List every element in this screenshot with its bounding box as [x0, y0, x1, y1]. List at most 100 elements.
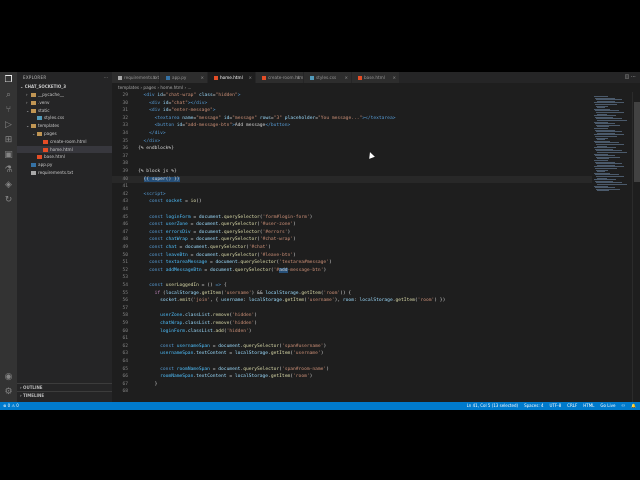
- code-line[interactable]: 47 const errorsDiv = document.querySelec…: [112, 229, 592, 237]
- tree-item[interactable]: ⌄ pages: [17, 130, 112, 138]
- status-item[interactable]: ⚇: [621, 403, 625, 408]
- more-actions-icon[interactable]: ⋯: [104, 72, 108, 83]
- outline-section[interactable]: › OUTLINE: [17, 383, 112, 391]
- live-share-icon[interactable]: ↻: [3, 195, 14, 206]
- tree-item[interactable]: home.html: [17, 145, 112, 154]
- code-line[interactable]: 53: [112, 274, 592, 282]
- code-line[interactable]: 29 <div id="chat-wrap" class="hidden">: [112, 92, 592, 100]
- code-line[interactable]: 37: [112, 153, 592, 161]
- code-editor[interactable]: 29 <div id="chat-wrap" class="hidden"> 30…: [112, 92, 592, 402]
- code-line[interactable]: 54 const userLoggedIn = () => {: [112, 282, 592, 290]
- tab-styles-css[interactable]: styles.css ×: [304, 72, 352, 83]
- code-line[interactable]: 46 const userZone = document.querySelect…: [112, 221, 592, 229]
- code-line[interactable]: 40 {{ super() }}: [112, 175, 592, 184]
- code-line[interactable]: 56 socket.emit('join', { username: local…: [112, 297, 592, 305]
- code-line[interactable]: 66 roomNameSpan.textContent = localStora…: [112, 373, 592, 381]
- code-line[interactable]: 33 <button id="add-message-btn">Add mess…: [112, 122, 592, 130]
- code-line[interactable]: 44: [112, 206, 592, 214]
- tree-item[interactable]: › .venv: [17, 99, 112, 107]
- code-line[interactable]: 30 <div id="chat"></div>: [112, 100, 592, 108]
- code-token: roomNameSpan: [176, 366, 210, 372]
- code-line[interactable]: 68: [112, 388, 592, 396]
- remote-icon[interactable]: ▣: [3, 150, 14, 161]
- code-line[interactable]: 65 const roomNameSpan = document.querySe…: [112, 366, 592, 374]
- tree-item[interactable]: ⌄ templates: [17, 122, 112, 130]
- tab-home-html[interactable]: home.html ×: [208, 72, 256, 83]
- tree-item[interactable]: styles.css: [17, 114, 112, 122]
- code-token: </div>: [149, 131, 166, 136]
- code-token: "3": [273, 115, 283, 121]
- close-icon[interactable]: ×: [248, 72, 252, 83]
- files-icon[interactable]: ❐: [3, 75, 14, 86]
- tree-item[interactable]: create-room.html: [17, 138, 112, 146]
- testing-icon[interactable]: ⚗: [3, 165, 14, 176]
- code-line[interactable]: 59 chatWrap.classList.remove('hidden'): [112, 320, 592, 328]
- close-icon[interactable]: ×: [392, 72, 396, 83]
- code-line[interactable]: 35 </div>: [112, 138, 592, 146]
- status-item[interactable]: UTF-8: [550, 403, 562, 408]
- code-line[interactable]: 49 const chat = document.querySelector('…: [112, 244, 592, 252]
- code-line[interactable]: 61: [112, 335, 592, 343]
- code-line[interactable]: 63 usernameSpan.textContent = localStora…: [112, 350, 592, 358]
- code-line[interactable]: 43 const socket = io(): [112, 198, 592, 206]
- code-line[interactable]: 62 const usernameSpan = document.querySe…: [112, 343, 592, 351]
- tree-item[interactable]: › __pycache__: [17, 91, 112, 99]
- tab-requirements-txt[interactable]: requirements.txt ×: [112, 72, 160, 83]
- tab-actions[interactable]: ◫ ⋯: [625, 72, 636, 83]
- tree-item[interactable]: app.py: [17, 161, 112, 169]
- code-line[interactable]: 57: [112, 305, 592, 313]
- code-line[interactable]: 52 const addMessageBtn = document.queryS…: [112, 267, 592, 275]
- code-token: querySelector: [234, 267, 271, 273]
- scrollbar-thumb[interactable]: [634, 102, 640, 182]
- code-token: ): [254, 321, 258, 326]
- code-line[interactable]: 42 <script>: [112, 191, 592, 199]
- code-line[interactable]: 64: [112, 358, 592, 366]
- code-line[interactable]: 39 {% block js %}: [112, 168, 592, 176]
- minimap[interactable]: [592, 92, 632, 402]
- code-line[interactable]: 60 loginForm.classList.add('hidden'): [112, 328, 592, 336]
- status-item[interactable]: 🔔: [631, 403, 636, 408]
- close-icon[interactable]: ×: [152, 72, 156, 83]
- close-icon[interactable]: ×: [200, 72, 204, 83]
- code-line[interactable]: 50 const leaveBtn = document.querySelect…: [112, 252, 592, 260]
- tree-item[interactable]: requirements.txt: [17, 169, 112, 177]
- close-icon[interactable]: ×: [344, 72, 348, 83]
- code-line[interactable]: 67 }: [112, 381, 592, 389]
- code-line[interactable]: 58 userZone.classList.remove('hidden'): [112, 312, 592, 320]
- settings-gear-icon[interactable]: ⚙: [3, 387, 14, 398]
- status-item[interactable]: HTML: [583, 403, 594, 408]
- vertical-scrollbar[interactable]: [632, 92, 640, 402]
- problems-indicator[interactable]: ⊗ 0 ⚠ 0: [3, 402, 19, 410]
- line-number: 30: [122, 100, 128, 106]
- tree-item[interactable]: ⌄ static: [17, 107, 112, 115]
- code-line[interactable]: 38: [112, 160, 592, 168]
- accounts-icon[interactable]: ◉: [3, 372, 14, 383]
- search-icon[interactable]: ⌕: [3, 90, 14, 101]
- run-debug-icon[interactable]: ▷: [3, 120, 14, 131]
- tree-item[interactable]: base.html: [17, 153, 112, 161]
- code-line[interactable]: 36 {% endblock%}: [112, 145, 592, 153]
- tab-app-py[interactable]: app.py ×: [160, 72, 208, 83]
- docker-icon[interactable]: ◈: [3, 180, 14, 191]
- project-folder[interactable]: ⌄ CHAT_SOCKETIO_3: [17, 83, 112, 91]
- line-number: 67: [122, 381, 128, 387]
- code-line[interactable]: 55 if (localStorage.getItem('username') …: [112, 290, 592, 298]
- extensions-icon[interactable]: ⊞: [3, 135, 14, 146]
- status-item[interactable]: Spaces: 4: [524, 403, 543, 408]
- close-icon[interactable]: ×: [296, 72, 300, 83]
- tab-create-room-html[interactable]: create-room.html ×: [256, 72, 304, 83]
- code-line[interactable]: 31 <div id="enter-message">: [112, 107, 592, 115]
- code-line[interactable]: 48 const chatWrap = document.querySelect…: [112, 236, 592, 244]
- status-item[interactable]: Ln 41, Col 5 (13 selected): [467, 403, 518, 408]
- status-item[interactable]: Go Live: [600, 403, 615, 408]
- breadcrumb[interactable]: templates › pages › home.html › ...: [112, 83, 592, 92]
- code-line[interactable]: 45 const loginForm = document.querySelec…: [112, 214, 592, 222]
- source-control-icon[interactable]: ⑂: [3, 105, 14, 116]
- timeline-section[interactable]: › TIMELINE: [17, 391, 112, 399]
- code-line[interactable]: 32 <textarea name="message" id="message"…: [112, 115, 592, 123]
- code-line[interactable]: 41: [112, 183, 592, 191]
- status-item[interactable]: CRLF: [567, 403, 577, 408]
- code-line[interactable]: 34 </div>: [112, 130, 592, 138]
- tab-base-html[interactable]: base.html ×: [352, 72, 400, 83]
- code-line[interactable]: 51 const textareaMessage = document.quer…: [112, 259, 592, 267]
